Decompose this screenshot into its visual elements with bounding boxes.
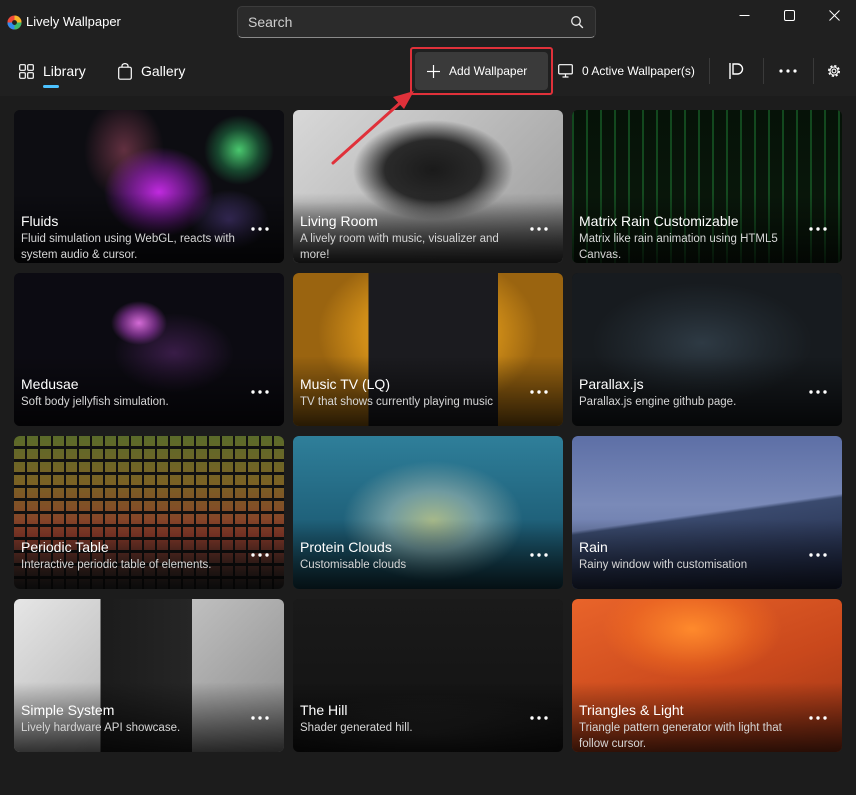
wallpaper-more-button[interactable] [527, 548, 551, 562]
wallpaper-title: Medusae [21, 376, 79, 392]
wallpaper-card-rain[interactable]: Rain Rainy window with customisation [572, 436, 842, 589]
wallpaper-more-button[interactable] [806, 711, 830, 725]
wallpaper-description: A lively room with music, visualizer and… [300, 233, 499, 261]
toolbar-divider [763, 58, 764, 84]
wallpaper-more-button[interactable] [806, 222, 830, 236]
search-input[interactable] [238, 7, 558, 37]
wallpaper-title: The Hill [300, 702, 348, 718]
wallpaper-more-button[interactable] [527, 222, 551, 236]
more-icon [251, 390, 269, 394]
active-tab-indicator [43, 85, 59, 88]
lively-logo-icon [7, 15, 22, 30]
toolbar-divider [813, 58, 814, 84]
wallpaper-more-button[interactable] [248, 385, 272, 399]
wallpaper-description: Customisable clouds [300, 559, 407, 571]
wallpaper-card-parallax[interactable]: Parallax.js Parallax.js engine github pa… [572, 273, 842, 426]
wallpaper-card-living-room[interactable]: Living Room A lively room with music, vi… [293, 110, 563, 263]
wallpaper-title: Music TV (LQ) [300, 376, 390, 392]
wallpaper-description: Interactive periodic table of elements. [21, 559, 212, 571]
wallpaper-more-button[interactable] [527, 711, 551, 725]
active-wallpapers-button[interactable]: 0 Active Wallpaper(s) [558, 46, 695, 96]
wallpaper-card-simple-system[interactable]: Simple System Lively hardware API showca… [14, 599, 284, 752]
more-icon [251, 553, 269, 557]
wallpaper-more-button[interactable] [527, 385, 551, 399]
wallpaper-more-button[interactable] [248, 711, 272, 725]
add-wallpaper-label: Add Wallpaper [449, 64, 528, 78]
more-icon [530, 716, 548, 720]
flag-icon [729, 63, 744, 79]
toolbar-divider [709, 58, 710, 84]
wallpaper-description: Triangle pattern generator with light th… [579, 722, 782, 750]
wallpaper-more-button[interactable] [248, 222, 272, 236]
wallpaper-title: Simple System [21, 702, 115, 718]
tab-library[interactable]: Library [19, 46, 86, 96]
wallpaper-card-matrix-rain[interactable]: Matrix Rain Customizable Matrix like rai… [572, 110, 842, 263]
wallpaper-more-button[interactable] [806, 548, 830, 562]
tab-gallery[interactable]: Gallery [118, 46, 185, 96]
wallpaper-card-periodic-table[interactable]: Periodic Table Interactive periodic tabl… [14, 436, 284, 589]
shopping-bag-icon [118, 62, 132, 80]
wallpaper-description: Soft body jellyfish simulation. [21, 396, 169, 408]
more-icon [530, 390, 548, 394]
wallpaper-title: Parallax.js [579, 376, 644, 392]
wallpaper-title: Triangles & Light [579, 702, 684, 718]
customise-button[interactable] [723, 59, 749, 83]
wallpaper-card-music-tv[interactable]: Music TV (LQ) TV that shows currently pl… [293, 273, 563, 426]
card-gradient [572, 519, 842, 589]
wallpaper-title: Rain [579, 539, 608, 555]
wallpaper-grid: Fluids Fluid simulation using WebGL, rea… [0, 96, 856, 795]
plus-icon [427, 64, 440, 78]
wallpaper-title: Matrix Rain Customizable [579, 213, 739, 229]
more-icon [530, 227, 548, 231]
wallpaper-description: Shader generated hill. [300, 722, 413, 734]
wallpaper-card-the-hill[interactable]: The Hill Shader generated hill. [293, 599, 563, 752]
more-icon [809, 390, 827, 394]
search-icon[interactable] [570, 15, 584, 29]
wallpaper-card-fluids[interactable]: Fluids Fluid simulation using WebGL, rea… [14, 110, 284, 263]
wallpaper-card-medusae[interactable]: Medusae Soft body jellyfish simulation. [14, 273, 284, 426]
more-options-button[interactable] [775, 59, 801, 83]
minimize-icon [739, 14, 749, 16]
active-wallpapers-label: 0 Active Wallpaper(s) [582, 64, 695, 78]
monitor-icon [558, 64, 573, 78]
wallpaper-card-triangles-light[interactable]: Triangles & Light Triangle pattern gener… [572, 599, 842, 752]
wallpaper-description: Fluid simulation using WebGL, reacts wit… [21, 233, 235, 261]
app-title: Lively Wallpaper [26, 14, 121, 29]
tab-gallery-label: Gallery [141, 63, 186, 79]
more-icon [251, 716, 269, 720]
close-icon [828, 9, 840, 21]
more-icon [779, 69, 797, 73]
more-icon [809, 716, 827, 720]
more-icon [251, 227, 269, 231]
wallpaper-more-button[interactable] [806, 385, 830, 399]
more-icon [809, 227, 827, 231]
wallpaper-title: Protein Clouds [300, 539, 392, 555]
maximize-icon [783, 9, 795, 21]
more-icon [530, 553, 548, 557]
gear-icon [828, 65, 840, 77]
search-box[interactable] [237, 6, 596, 38]
wallpaper-description: Rainy window with customisation [579, 559, 748, 571]
wallpaper-more-button[interactable] [248, 548, 272, 562]
settings-button[interactable] [821, 59, 847, 83]
close-button[interactable] [811, 0, 856, 30]
more-icon [809, 553, 827, 557]
maximize-button[interactable] [766, 0, 812, 30]
wallpaper-description: Lively hardware API showcase. [21, 722, 181, 734]
wallpaper-description: TV that shows currently playing music [300, 396, 494, 408]
wallpaper-description: Matrix like rain animation using HTML5 C… [579, 233, 778, 261]
wallpaper-title: Fluids [21, 213, 59, 229]
tab-library-label: Library [43, 63, 86, 79]
wallpaper-title: Periodic Table [21, 539, 109, 555]
grid-icon [19, 63, 34, 79]
wallpaper-description: Parallax.js engine github page. [579, 396, 737, 408]
wallpaper-title: Living Room [300, 213, 378, 229]
add-wallpaper-button[interactable]: Add Wallpaper [415, 52, 548, 90]
wallpaper-card-protein-clouds[interactable]: Protein Clouds Customisable clouds [293, 436, 563, 589]
minimize-button[interactable] [721, 0, 767, 30]
title-bar: Lively Wallpaper [0, 0, 856, 46]
